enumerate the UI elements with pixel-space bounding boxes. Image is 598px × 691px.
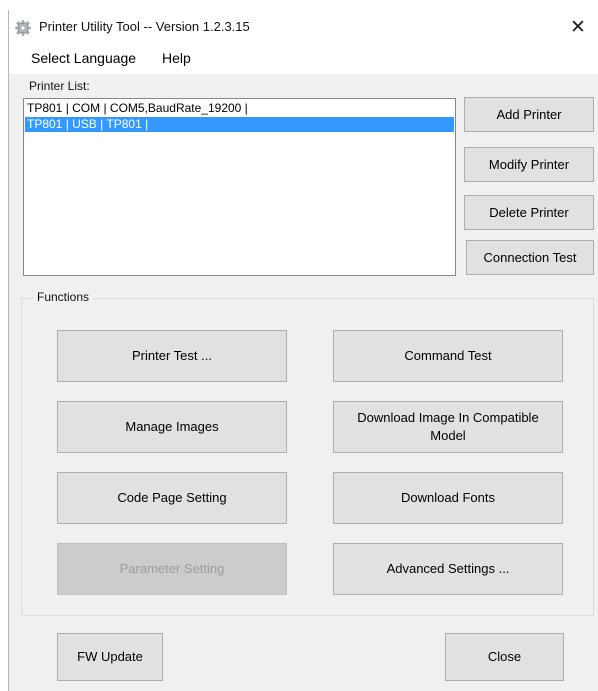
printer-list-label: Printer List:	[29, 79, 90, 93]
close-button[interactable]: Close	[445, 633, 564, 681]
printer-list-item-selected[interactable]: TP801 | USB | TP801 |	[25, 117, 454, 132]
menu-help[interactable]: Help	[162, 50, 191, 66]
download-image-compatible-button[interactable]: Download Image In Compatible Model	[333, 401, 563, 453]
connection-test-button[interactable]: Connection Test	[466, 240, 594, 275]
add-printer-button[interactable]: Add Printer	[464, 97, 594, 132]
gear-icon	[15, 20, 31, 36]
download-fonts-button[interactable]: Download Fonts	[333, 472, 563, 524]
printer-list-item[interactable]: TP801 | COM | COM5,BaudRate_19200 |	[25, 101, 454, 116]
advanced-settings-button[interactable]: Advanced Settings ...	[333, 543, 563, 595]
printer-test-button[interactable]: Printer Test ...	[57, 330, 287, 382]
menu-select-language[interactable]: Select Language	[31, 50, 136, 66]
menu-bar: Select Language Help	[9, 44, 598, 74]
code-page-setting-button[interactable]: Code Page Setting	[57, 472, 287, 524]
manage-images-button[interactable]: Manage Images	[57, 401, 287, 453]
modify-printer-button[interactable]: Modify Printer	[464, 147, 594, 182]
delete-printer-button[interactable]: Delete Printer	[464, 195, 594, 230]
title-bar: Printer Utility Tool -- Version 1.2.3.15…	[9, 10, 598, 44]
command-test-button[interactable]: Command Test	[333, 330, 563, 382]
fw-update-button[interactable]: FW Update	[57, 633, 163, 681]
functions-group-label: Functions	[33, 290, 94, 304]
background-strip	[0, 0, 598, 10]
printer-utility-window: Printer Utility Tool -- Version 1.2.3.15…	[8, 10, 598, 691]
window-title: Printer Utility Tool -- Version 1.2.3.15	[39, 19, 250, 34]
printer-listbox[interactable]: TP801 | COM | COM5,BaudRate_19200 | TP80…	[23, 98, 456, 276]
parameter-setting-button: Parameter Setting	[57, 543, 287, 595]
close-icon[interactable]: ✕	[562, 14, 594, 42]
